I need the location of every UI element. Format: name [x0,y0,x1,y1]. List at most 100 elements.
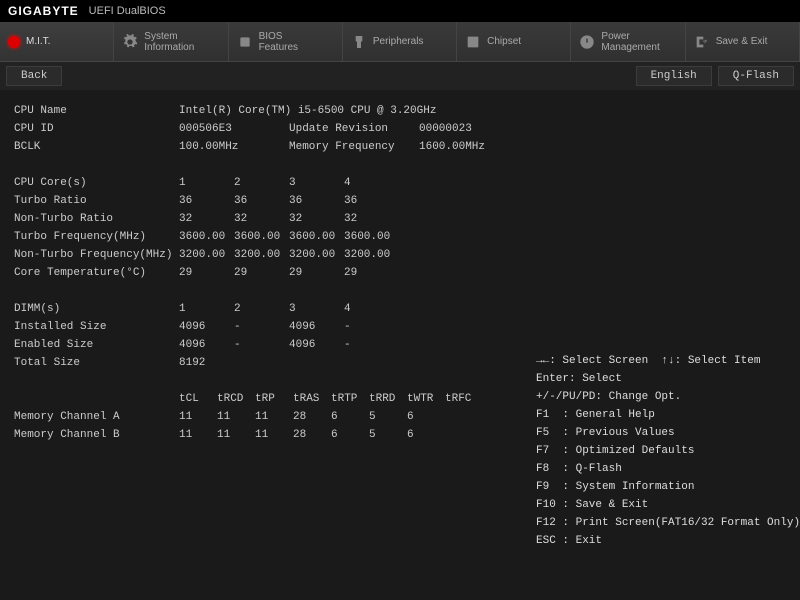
label: BCLK [14,138,179,156]
col: tRFC [445,390,483,408]
help-hint: F8 : Q-Flash [536,460,786,478]
power-icon [579,34,595,50]
nav-bios-features[interactable]: BIOS Features [229,22,343,61]
value: 3200.00 [289,246,344,264]
value: 6 [331,426,369,444]
data-row: Non-Turbo Frequency(MHz)3200.003200.0032… [14,246,536,264]
value: 11 [217,426,255,444]
nav-power[interactable]: Power Management [571,22,685,61]
value: 00000023 [419,120,472,138]
nav-label: Power Management [601,31,659,53]
data-row: Non-Turbo Ratio32323232 [14,210,536,228]
nav-peripherals[interactable]: Peripherals [343,22,457,61]
value: 36 [289,192,344,210]
col: tRP [255,390,293,408]
value: 29 [179,264,234,282]
help-hint: →←: Select Screen ↑↓: Select Item [536,352,786,370]
value: 6 [407,426,445,444]
label: Non-Turbo Ratio [14,210,179,228]
value: 32 [234,210,289,228]
label: Non-Turbo Frequency(MHz) [14,246,179,264]
label: CPU Name [14,102,179,120]
col: 4 [344,300,399,318]
toolbar: Back English Q-Flash [0,62,800,90]
col: tRRD [369,390,407,408]
value: 4096 [289,318,344,336]
help-hint: ESC : Exit [536,532,786,550]
help-hint: F9 : System Information [536,478,786,496]
nav-label: System Information [144,31,194,53]
label: Installed Size [14,318,179,336]
label: Turbo Frequency(MHz) [14,228,179,246]
label: DIMM(s) [14,300,179,318]
usb-icon [351,34,367,50]
subtitle: UEFI DualBIOS [89,5,166,17]
col: tRTP [331,390,369,408]
col: tCL [179,390,217,408]
label: Memory Channel A [14,408,179,426]
help-hint: Enter: Select [536,370,786,388]
help-hint: F1 : General Help [536,406,786,424]
nav-chipset[interactable]: Chipset [457,22,571,61]
value: 4096 [289,336,344,354]
label: CPU ID [14,120,179,138]
value: 6 [407,408,445,426]
info-panel: CPU Name Intel(R) Core(TM) i5-6500 CPU @… [14,102,536,588]
value: - [234,318,289,336]
value: - [344,318,399,336]
nav-system-info[interactable]: System Information [114,22,228,61]
value: 3600.00 [234,228,289,246]
value: 32 [179,210,234,228]
nav-mit[interactable]: M.I.T. [0,22,114,61]
qflash-button[interactable]: Q-Flash [718,66,794,86]
col: 1 [179,174,234,192]
timing-header-row: tCL tRCD tRP tRAS tRTP tRRD tWTR tRFC [14,390,536,408]
nav-label: M.I.T. [26,36,50,47]
gear-icon [122,34,138,50]
value: 1600.00MHz [419,138,485,156]
data-row: Turbo Ratio36363636 [14,192,536,210]
value: 3600.00 [179,228,234,246]
chip-icon [237,34,253,50]
dimm-header-row: DIMM(s) 1 2 3 4 [14,300,536,318]
value [445,408,483,426]
help-hint: F7 : Optimized Defaults [536,442,786,460]
help-panel: →←: Select Screen ↑↓: Select ItemEnter: … [536,102,786,588]
value: 11 [217,408,255,426]
back-button[interactable]: Back [6,66,62,86]
col: tRAS [293,390,331,408]
data-row: Enabled Size4096-4096- [14,336,536,354]
value: 36 [234,192,289,210]
data-row: Memory Channel A11111128656 [14,408,536,426]
col: 2 [234,174,289,192]
label: Total Size [14,354,179,372]
top-nav: M.I.T. System Information BIOS Features … [0,22,800,62]
value: 4096 [179,318,234,336]
col: 3 [289,300,344,318]
nav-save-exit[interactable]: Save & Exit [686,22,800,61]
content-area: CPU Name Intel(R) Core(TM) i5-6500 CPU @… [0,90,800,600]
label [14,390,179,408]
col: 2 [234,300,289,318]
help-hint: +/-/PU/PD: Change Opt. [536,388,786,406]
nav-label: BIOS Features [259,31,298,53]
bclk-row: BCLK 100.00MHz Memory Frequency 1600.00M… [14,138,536,156]
value: 29 [289,264,344,282]
value: 3600.00 [289,228,344,246]
help-hint: F12 : Print Screen(FAT16/32 Format Only) [536,514,786,532]
data-row: Turbo Frequency(MHz)3600.003600.003600.0… [14,228,536,246]
help-hint: F5 : Previous Values [536,424,786,442]
label: Memory Frequency [289,138,419,156]
help-hint: F10 : Save & Exit [536,496,786,514]
value: 29 [344,264,399,282]
value: - [234,336,289,354]
label: Update Revision [289,120,419,138]
value: 29 [234,264,289,282]
language-button[interactable]: English [636,66,712,86]
data-row: Core Temperature(°C)29292929 [14,264,536,282]
app-header: GIGABYTE UEFI DualBIOS [0,0,800,22]
data-row: Installed Size4096-4096- [14,318,536,336]
col: tRCD [217,390,255,408]
value: 4096 [179,336,234,354]
core-header-row: CPU Core(s) 1 2 3 4 [14,174,536,192]
